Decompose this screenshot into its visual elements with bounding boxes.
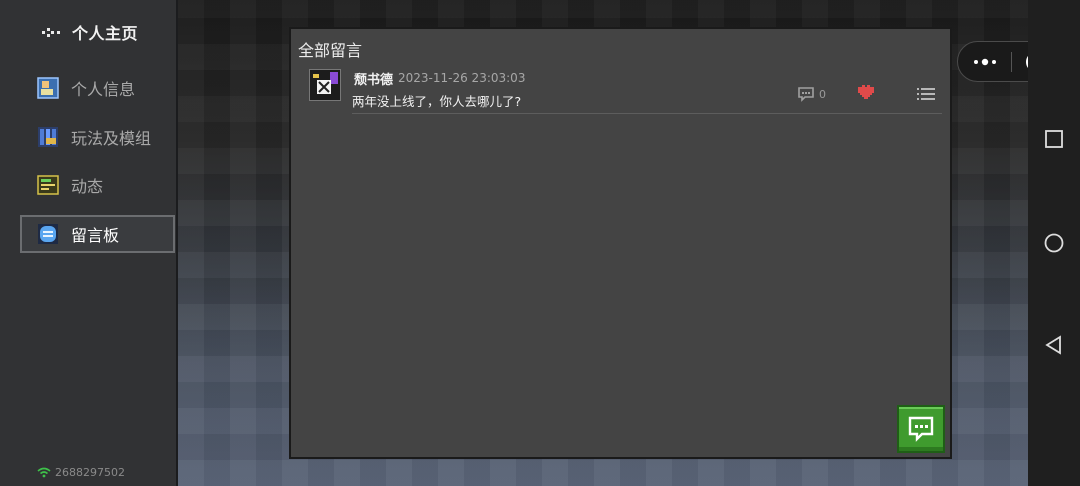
- screen: 个人主页 个人信息 玩法及模组 动态 留言板 2688297502 全部留言 颓…: [0, 0, 1080, 486]
- sidebar-item-label: 玩法及模组: [71, 129, 152, 148]
- mods-icon: [37, 126, 59, 148]
- home-button[interactable]: [1044, 233, 1064, 253]
- panel-title: 全部留言: [298, 41, 363, 60]
- reply-button[interactable]: 0: [797, 86, 826, 102]
- more-menu-button[interactable]: [968, 52, 1002, 72]
- comment-icon: [797, 86, 815, 102]
- chat-bubble-icon: [899, 416, 943, 455]
- wifi-icon: [37, 467, 51, 478]
- circle-icon: [1044, 233, 1064, 253]
- sidebar-item-profile-info[interactable]: 个人信息: [20, 69, 175, 107]
- sidebar-item-message-board[interactable]: 留言板: [20, 215, 175, 253]
- capsule-divider: [1011, 52, 1012, 72]
- back-to-profile[interactable]: 个人主页: [40, 20, 138, 44]
- list-item: 颓书德 2023-11-26 23:03:03 两年没上线了，你人去哪儿了? 0: [309, 69, 943, 114]
- message-board-panel: 全部留言 颓书德 2023-11-26 23:03:03 两年没上线了，你人去哪…: [289, 27, 952, 459]
- recents-button[interactable]: [1044, 129, 1064, 149]
- sidebar-item-label: 个人信息: [71, 80, 136, 99]
- connection-status: 2688297502: [37, 466, 125, 479]
- sidebar-item-label: 动态: [71, 177, 104, 196]
- profile-card-icon: [37, 77, 59, 99]
- like-button[interactable]: [856, 84, 876, 102]
- menu-icon: [917, 87, 935, 106]
- triangle-back-icon: [1045, 335, 1061, 355]
- sidebar-item-mods[interactable]: 玩法及模组: [20, 118, 175, 156]
- heart-icon: [856, 85, 876, 106]
- reply-count: 0: [819, 87, 826, 101]
- back-button[interactable]: [1044, 335, 1064, 355]
- post-message: 两年没上线了，你人去哪儿了?: [352, 94, 522, 109]
- more-options-button[interactable]: [917, 86, 935, 102]
- feed-icon: [37, 174, 59, 196]
- square-icon: [1045, 130, 1063, 148]
- sidebar-item-feed[interactable]: 动态: [20, 166, 175, 204]
- sidebar-title: 个人主页: [72, 24, 139, 43]
- avatar[interactable]: [309, 69, 341, 101]
- more-dots-icon: [974, 58, 996, 66]
- account-id: 2688297502: [55, 466, 125, 479]
- sidebar-item-label: 留言板: [71, 226, 120, 245]
- post-time: 2023-11-26 23:03:03: [398, 71, 526, 85]
- sidebar: 个人主页 个人信息 玩法及模组 动态 留言板 2688297502: [0, 0, 178, 486]
- message-board-icon: [37, 223, 59, 245]
- post-author[interactable]: 颓书德: [354, 69, 393, 88]
- back-icon: [40, 21, 62, 43]
- post-divider: [352, 113, 942, 114]
- system-navigation-bar: [1028, 0, 1080, 486]
- write-message-button[interactable]: [897, 405, 945, 453]
